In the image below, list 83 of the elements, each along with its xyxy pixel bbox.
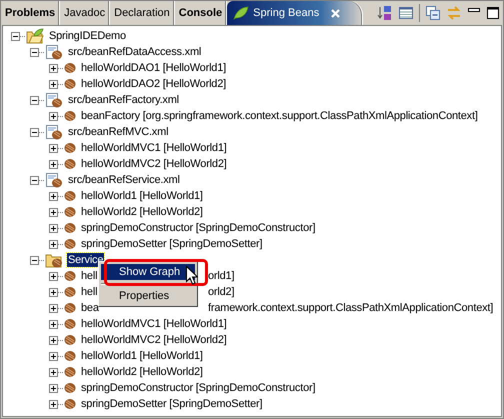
expand-icon[interactable] [49, 368, 58, 376]
tree-item[interactable]: src/beanRefFactory.xml [67, 93, 180, 107]
bean-icon [64, 142, 76, 154]
close-icon[interactable] [331, 8, 340, 18]
expand-icon[interactable] [49, 400, 58, 408]
folder-icon [45, 252, 63, 268]
tree-item[interactable]: springDemoSetter [SpringDemoSetter] [80, 237, 264, 251]
tree-item[interactable]: helloWorld1 [HelloWorld1] [80, 349, 204, 363]
menu-item[interactable]: Show Graph [101, 264, 195, 280]
expand-icon[interactable] [49, 144, 58, 152]
tree-item[interactable]: helloWorldMVC1 [HelloWorld1] [80, 141, 228, 155]
expand-icon[interactable] [49, 160, 58, 168]
tree-item[interactable]: helloWorld1 [HelloWorld1] [80, 189, 204, 203]
bean-icon [64, 190, 76, 202]
tree-item-text: framework.context.support.ClassPathXmlApplicationContext] [207, 301, 494, 315]
tree-item-text: orld2] [207, 285, 236, 299]
bean-icon [64, 318, 76, 330]
project-folder-icon [26, 28, 44, 44]
tree-item[interactable]: helloWorld2 [HelloWorld2] [80, 365, 204, 379]
bean-icon [64, 206, 76, 218]
tree-item[interactable]: bea [80, 301, 100, 315]
tree-item[interactable]: helloWorldMVC1 [HelloWorld1] [80, 317, 228, 331]
expand-icon[interactable] [49, 80, 58, 88]
expand-icon[interactable] [49, 224, 58, 232]
sort-icon[interactable] [377, 5, 393, 21]
collapse-icon[interactable] [30, 256, 39, 264]
tree-item[interactable]: SpringIDEDemo [48, 29, 127, 43]
expand-icon[interactable] [49, 336, 58, 344]
tree-item[interactable]: helloWorldMVC2 [HelloWorld2] [80, 157, 228, 171]
bean-icon [64, 62, 76, 74]
collapse-icon[interactable] [30, 48, 39, 56]
tree-item[interactable]: hell [80, 285, 98, 299]
tree-item[interactable]: helloWorldDAO2 [HelloWorld2] [80, 77, 228, 91]
expand-icon[interactable] [49, 320, 58, 328]
collapse-icon[interactable] [30, 128, 39, 136]
bean-icon [64, 334, 76, 346]
menu-item[interactable]: Properties [101, 288, 195, 304]
expand-icon[interactable] [49, 112, 58, 120]
expand-icon[interactable] [49, 304, 58, 312]
table-icon[interactable] [398, 5, 414, 21]
collapse-all-icon[interactable] [425, 5, 441, 21]
bean-icon [64, 158, 76, 170]
tree-item[interactable]: helloWorldDAO1 [HelloWorld1] [80, 61, 228, 75]
collapse-icon[interactable] [11, 32, 20, 40]
tree-item[interactable]: src/beanRefService.xml [67, 173, 181, 187]
bean-icon [64, 78, 76, 90]
tree-item[interactable]: helloWorldMVC2 [HelloWorld2] [80, 333, 228, 347]
config-file-icon [45, 92, 63, 108]
expand-icon[interactable] [49, 384, 58, 392]
config-file-icon [45, 44, 63, 60]
tree-item[interactable]: beanFactory [org.springframework.context.support.ClassPathXmlApplicationContext] [80, 109, 479, 123]
tree-item[interactable]: hell [80, 269, 98, 283]
expand-icon[interactable] [49, 288, 58, 296]
maximize-icon[interactable] [486, 6, 500, 20]
expand-icon[interactable] [49, 64, 58, 72]
collapse-icon[interactable] [30, 96, 39, 104]
bean-icon [64, 366, 76, 378]
view-tab[interactable]: Spring Beans [227, 1, 364, 25]
bean-icon [64, 382, 76, 394]
collapse-icon[interactable] [30, 176, 39, 184]
bean-icon [64, 398, 76, 410]
leaf-icon [233, 6, 250, 20]
expand-icon[interactable] [49, 240, 58, 248]
config-file-icon [45, 172, 63, 188]
bean-icon [64, 350, 76, 362]
expand-icon[interactable] [49, 192, 58, 200]
expand-icon[interactable] [49, 272, 58, 280]
bean-icon [64, 238, 76, 250]
tree-item[interactable]: springDemoSetter [SpringDemoSetter] [80, 397, 264, 411]
tree-item[interactable]: helloWorld2 [HelloWorld2] [80, 205, 204, 219]
bean-icon [64, 110, 76, 122]
bean-icon [64, 286, 76, 298]
expand-icon[interactable] [49, 208, 58, 216]
tree-item[interactable]: springDemoConstructor [SpringDemoConstructor] [80, 381, 316, 395]
tree-item[interactable]: src/beanRefDataAccess.xml [67, 45, 202, 59]
tree-item-text: orld1] [207, 269, 236, 283]
bean-icon [64, 270, 76, 282]
tree-item[interactable]: src/beanRefMVC.xml [67, 125, 170, 139]
config-file-icon [45, 124, 63, 140]
tree-item[interactable]: springDemoConstructor [SpringDemoConstructor] [80, 221, 316, 235]
expand-icon[interactable] [49, 352, 58, 360]
bean-icon [64, 222, 76, 234]
bean-icon [64, 302, 76, 314]
